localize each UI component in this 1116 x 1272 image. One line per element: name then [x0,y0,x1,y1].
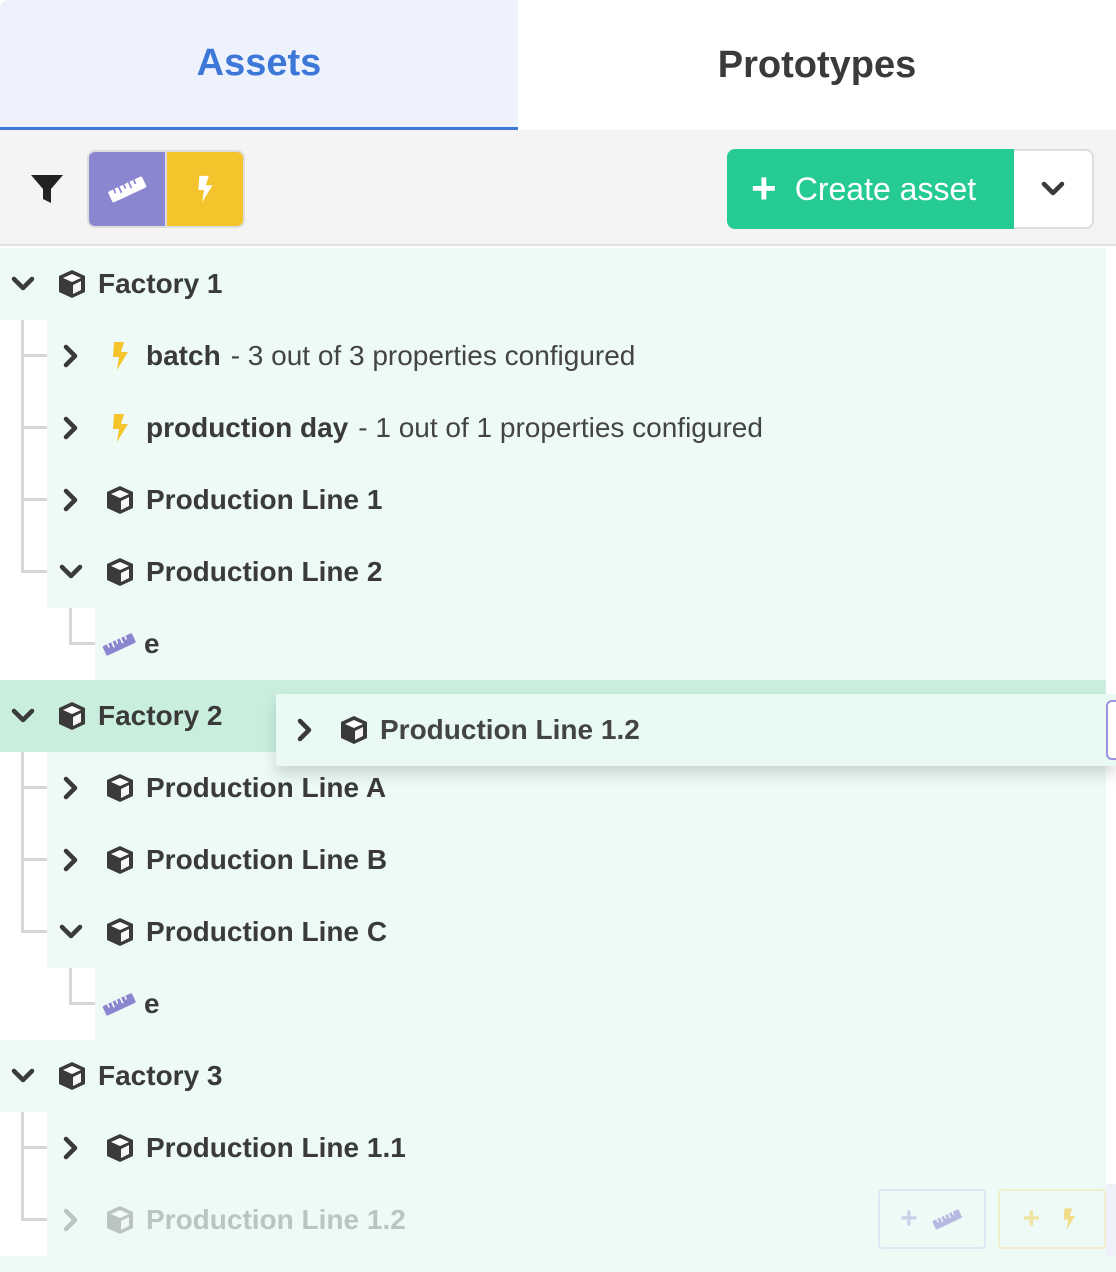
ruler-icon [100,630,138,658]
cube-icon [104,916,136,948]
add-measurement-button[interactable]: + [878,1189,986,1249]
tree-connector [21,930,47,933]
chevron-right-icon[interactable] [56,1133,86,1163]
tab-assets[interactable]: Assets [0,0,518,130]
tree-connector [69,1002,95,1005]
lightning-icon [198,175,213,203]
chevron-right-icon[interactable] [56,1205,86,1235]
tree-connector [21,570,47,573]
tree-node-production-line-1-1[interactable]: Production Line 1.1 [56,1112,406,1184]
create-asset-label: Create asset [794,170,977,207]
row-bg [0,1256,1116,1272]
measurement-filter-button[interactable] [89,152,167,226]
create-asset-button[interactable]: + Create asset [727,149,1015,229]
filter-icon[interactable] [28,170,66,208]
add-event-button[interactable]: + [998,1189,1106,1249]
cube-icon [104,484,136,516]
row-bg [95,608,1106,680]
row-bg [95,968,1106,1040]
tree-node-factory-3[interactable]: Factory 3 [8,1040,223,1112]
tree-node-production-line-b[interactable]: Production Line B [56,824,387,896]
cube-icon [104,772,136,804]
tree-node-factory-2[interactable]: Factory 2 [8,680,223,752]
drag-ghost[interactable]: Production Line 1.2 [276,694,1116,766]
plus-icon: + [900,1202,918,1235]
cube-icon [104,844,136,876]
tree-connector [21,498,47,501]
tree-connector [21,354,47,357]
tree-connector [21,1146,47,1149]
create-options-dropdown[interactable] [1014,149,1094,229]
tree-node-measurement-e[interactable]: e [100,968,160,1040]
ghost-action-edge [1106,700,1116,760]
type-filter-toggle [87,150,245,228]
tree-connector [21,786,47,789]
cube-icon [104,1132,136,1164]
chevron-right-icon[interactable] [56,341,86,371]
chevron-right-icon[interactable] [56,485,86,515]
tree-connector [21,320,24,572]
plus-icon: + [1022,1202,1041,1235]
lightning-icon [104,412,136,444]
cube-icon [104,1204,136,1236]
cube-icon [104,556,136,588]
tree-connector [69,608,72,644]
tree-node-production-line-c[interactable]: Production Line C [56,896,387,968]
tree-node-measurement-e[interactable]: e [100,608,160,680]
cube-icon [56,1060,88,1092]
chevron-right-icon [290,715,320,745]
chevron-right-icon[interactable] [56,773,86,803]
ruler-icon [930,1207,964,1231]
chevron-right-icon[interactable] [56,845,86,875]
plus-icon: + [751,164,777,213]
event-filter-button[interactable] [167,152,243,226]
chevron-down-icon[interactable] [8,1061,38,1091]
tree-connector [21,1112,24,1220]
tree-node-production-day[interactable]: production day - 1 out of 1 properties c… [56,392,763,464]
tab-prototypes[interactable]: Prototypes [518,0,1116,130]
tree-node-production-line-1-2-dragging[interactable]: Production Line 1.2 [56,1184,406,1256]
tree-node-batch[interactable]: batch - 3 out of 3 properties configured [56,320,635,392]
cube-icon [56,268,88,300]
tree-connector [21,426,47,429]
chevron-right-icon[interactable] [56,413,86,443]
tree-connector [21,1218,47,1221]
tree-node-production-line-1[interactable]: Production Line 1 [56,464,382,536]
chevron-down-icon[interactable] [56,557,86,587]
toolbar: + Create asset [0,130,1116,246]
chevron-down-icon [1038,174,1068,204]
ruler-icon [100,990,138,1018]
tree-node-factory-1[interactable]: Factory 1 [8,248,223,320]
tree-connector [21,858,47,861]
chevron-down-icon[interactable] [8,701,38,731]
chevron-down-icon[interactable] [8,269,38,299]
tab-bar: Assets Prototypes [0,0,1116,130]
tree-connector [69,642,95,645]
tree-connector [21,752,24,932]
lightning-icon [104,340,136,372]
lightning-icon [1057,1204,1081,1234]
scroll-edge [1106,1184,1116,1256]
cube-icon [56,700,88,732]
cube-icon [338,714,370,746]
ruler-icon [108,176,147,203]
tree-connector [69,968,72,1004]
chevron-down-icon[interactable] [56,917,86,947]
tree-node-production-line-2[interactable]: Production Line 2 [56,536,382,608]
